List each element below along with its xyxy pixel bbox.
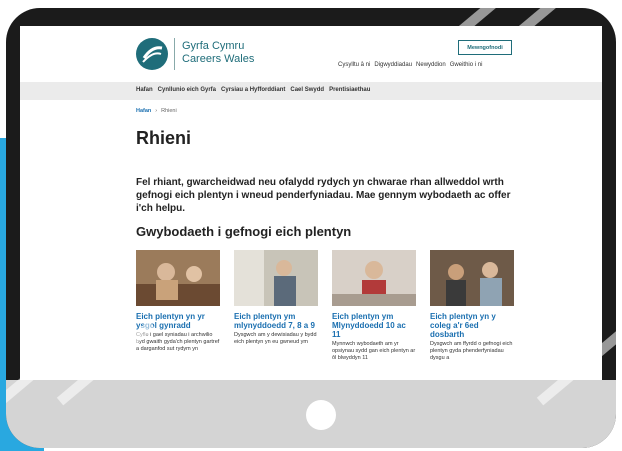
- card-years-10-11[interactable]: Eich plentyn ym Mlynyddoedd 10 ac 11 Myn…: [332, 250, 416, 362]
- card-image[interactable]: [430, 250, 514, 306]
- card-image[interactable]: [234, 250, 318, 306]
- logo-divider: [174, 38, 175, 70]
- card-desc: Dysgwch am ffyrdd o gefnogi eich plentyn…: [430, 341, 513, 361]
- nav-item-home[interactable]: Hafan: [136, 87, 153, 93]
- util-link-events[interactable]: Digwyddiadau: [374, 62, 412, 68]
- card-college-6th-form[interactable]: Eich plentyn yn y coleg a'r 6ed dosbarth…: [430, 250, 514, 362]
- nav-item-courses[interactable]: Cyrsiau a Hyfforddiant: [221, 87, 285, 93]
- intro-text: Fel rhiant, gwarcheidwad neu ofalydd ryd…: [136, 177, 511, 214]
- card-desc: Dysgwch am y dewisiadau y bydd eich plen…: [234, 332, 317, 345]
- main-nav: Hafan Cynllunio eich Gyrfa Cyrsiau a Hyf…: [20, 82, 602, 100]
- util-link-jobs[interactable]: Gweithio i ni: [450, 62, 483, 68]
- nav-item-plan-career[interactable]: Cynllunio eich Gyrfa: [158, 87, 216, 93]
- page-title: Rhieni: [136, 128, 192, 148]
- home-button[interactable]: [306, 400, 336, 430]
- careers-wales-logo-icon[interactable]: [136, 38, 168, 70]
- utility-nav: Cysylltu â ni Digwyddiadau Newyddion Gwe…: [338, 62, 482, 68]
- tablet-device: Gyrfa Cymru Careers Wales Mewngofnodi Cy…: [6, 8, 616, 448]
- nav-item-get-job[interactable]: Cael Swydd: [290, 87, 324, 93]
- card-desc: Cyfle i gael syniadau i archwilio byd gw…: [136, 332, 220, 352]
- util-link-contact[interactable]: Cysylltu â ni: [338, 62, 370, 68]
- card-title[interactable]: Eich plentyn ym Mlynyddoedd 10 ac 11: [332, 312, 416, 339]
- card-years-7-9[interactable]: Eich plentyn ym mlynyddoedd 7, 8 a 9 Dys…: [234, 250, 318, 346]
- card-image[interactable]: [136, 250, 220, 306]
- nav-item-apprenticeships[interactable]: Prentisiaethau: [329, 87, 370, 93]
- card-image[interactable]: [332, 250, 416, 306]
- logo-text-welsh: Gyrfa Cymru: [182, 40, 245, 52]
- breadcrumb-current: Rhieni: [161, 108, 177, 114]
- breadcrumb: Hafan › Rhieni: [136, 108, 177, 114]
- section-title: Gwybodaeth i gefnogi eich plentyn: [136, 224, 352, 239]
- screen: Gyrfa Cymru Careers Wales Mewngofnodi Cy…: [20, 26, 602, 380]
- card-title[interactable]: Eich plentyn ym mlynyddoedd 7, 8 a 9: [234, 312, 318, 330]
- util-link-news[interactable]: Newyddion: [416, 62, 446, 68]
- breadcrumb-home[interactable]: Hafan: [136, 108, 151, 114]
- login-button[interactable]: Mewngofnodi: [458, 40, 512, 55]
- logo-text-english: Careers Wales: [182, 53, 255, 65]
- card-title[interactable]: Eich plentyn yn y coleg a'r 6ed dosbarth: [430, 312, 514, 339]
- card-primary-school[interactable]: Eich plentyn yn yr ysgol gynradd Cyfle i…: [136, 250, 220, 353]
- breadcrumb-separator: ›: [155, 108, 158, 114]
- card-desc: Mynnwch wybodaeth am yr opsiynau sydd ga…: [332, 341, 416, 361]
